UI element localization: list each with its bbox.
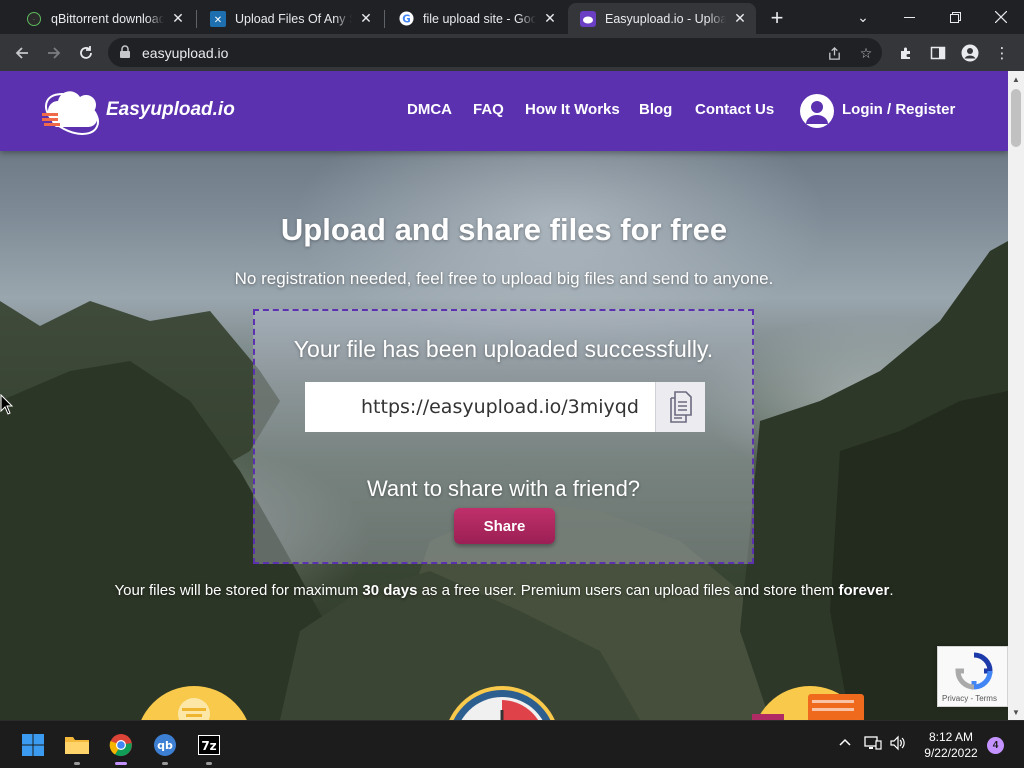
share-button[interactable]: Share: [454, 508, 555, 544]
copy-link-button[interactable]: [655, 382, 705, 432]
notification-badge[interactable]: 4: [987, 737, 1004, 754]
tab-separator: [384, 10, 385, 28]
easyupload-icon: [580, 10, 596, 27]
nav-link-faq[interactable]: FAQ: [473, 101, 504, 118]
recaptcha-badge[interactable]: Privacy - Terms: [937, 646, 1008, 707]
nav-link-dmca[interactable]: DMCA: [407, 101, 452, 118]
qbittorrent-icon[interactable]: qb: [149, 729, 181, 765]
mouse-cursor-icon: [0, 394, 14, 415]
user-avatar-icon[interactable]: [800, 94, 834, 128]
back-button[interactable]: [8, 39, 36, 67]
storage-note-text: Your files will be stored for maximum: [114, 582, 363, 599]
close-icon[interactable]: ✕: [732, 10, 748, 27]
tab-title: Upload Files Of Any Siz: [235, 11, 352, 26]
feature-icon-circle: [136, 686, 252, 720]
browser-toolbar: easyupload.io ☆ ⋮: [0, 34, 1024, 71]
page-subtitle: No registration needed, feel free to upl…: [234, 269, 774, 288]
running-indicator: [162, 762, 168, 765]
url-text[interactable]: easyupload.io: [142, 45, 228, 61]
tab-google-search[interactable]: G file upload site - Googl ✕: [386, 3, 566, 34]
tab-upload-files[interactable]: ✕ Upload Files Of Any Siz ✕: [198, 3, 382, 34]
page-title: Upload and share files for free: [280, 212, 728, 247]
storage-note-text: as a free user. Premium users can upload…: [417, 582, 839, 599]
chrome-icon[interactable]: [105, 729, 137, 765]
new-tab-button[interactable]: +: [764, 5, 790, 31]
side-panel-icon[interactable]: [927, 42, 949, 64]
svg-text:G: G: [402, 13, 410, 25]
profile-icon[interactable]: [959, 42, 981, 64]
file-link-field[interactable]: https://easyupload.io/3miyqd: [305, 382, 655, 432]
windows-taskbar: qb 7z 8:12 AM 9/22/2022 4: [0, 720, 1024, 768]
upload-result-panel: Your file has been uploaded successfully…: [253, 309, 754, 564]
forward-button[interactable]: [40, 39, 68, 67]
scrollbar-thumb[interactable]: [1011, 89, 1021, 147]
qbittorrent-icon: ·: [26, 11, 42, 27]
extensions-icon[interactable]: [895, 42, 917, 64]
svg-text:7z: 7z: [201, 739, 216, 753]
recaptcha-links[interactable]: Privacy - Terms: [942, 694, 997, 703]
copy-icon: [669, 391, 692, 423]
storage-info-text: Your files will be stored for maximum 30…: [0, 582, 1008, 599]
menu-icon[interactable]: ⋮: [991, 42, 1013, 64]
running-indicator: [206, 762, 212, 765]
upload-success-message: Your file has been uploaded successfully…: [293, 336, 714, 362]
tab-separator: [196, 10, 197, 28]
tab-title: Easyupload.io - Upload: [605, 11, 726, 26]
tab-qbittorrent[interactable]: · qBittorrent download l ✕: [14, 3, 194, 34]
easyupload-logo-icon[interactable]: [38, 83, 108, 139]
close-icon[interactable]: ✕: [358, 10, 374, 27]
tab-title: file upload site - Googl: [423, 11, 536, 26]
bookmark-star-icon[interactable]: ☆: [856, 43, 876, 63]
brand-name[interactable]: Easyupload.io: [106, 99, 235, 121]
address-bar[interactable]: easyupload.io ☆: [108, 38, 882, 67]
tab-search-icon[interactable]: ⌄: [840, 0, 886, 34]
share-question: Want to share with a friend?: [366, 476, 641, 501]
nav-link-contact-us[interactable]: Contact Us: [695, 101, 774, 118]
tab-strip: · qBittorrent download l ✕ ✕ Upload File…: [0, 0, 1024, 34]
svg-text:·: ·: [33, 16, 35, 24]
clock-date: 9/22/2022: [924, 746, 978, 760]
login-register-link[interactable]: Login / Register: [842, 101, 955, 118]
page-viewport: Easyupload.io DMCA FAQ How It Works Blog…: [0, 71, 1008, 720]
reload-button[interactable]: [72, 39, 100, 67]
tab-easyupload[interactable]: Easyupload.io - Upload ✕: [568, 3, 756, 34]
storage-feature-icon: [752, 686, 868, 720]
recaptcha-icon: [955, 652, 993, 690]
show-hidden-icons-chevron-icon[interactable]: [838, 735, 852, 752]
7zip-icon[interactable]: 7z: [193, 729, 225, 765]
scroll-down-icon[interactable]: ▼: [1008, 704, 1024, 720]
scroll-up-icon[interactable]: ▲: [1008, 71, 1024, 87]
minimize-button[interactable]: [886, 0, 932, 34]
storage-forever: forever: [838, 582, 890, 599]
volume-icon[interactable]: [889, 735, 907, 754]
clock-time: 8:12 AM: [928, 730, 974, 744]
close-window-button[interactable]: [978, 0, 1024, 34]
google-icon: G: [398, 11, 414, 27]
nav-link-how-it-works[interactable]: How It Works: [525, 101, 620, 118]
site-header: Easyupload.io DMCA FAQ How It Works Blog…: [0, 71, 1008, 151]
page-scrollbar[interactable]: ▲ ▼: [1008, 71, 1024, 720]
close-icon[interactable]: ✕: [170, 10, 186, 27]
running-indicator: [115, 762, 127, 765]
svg-text:✕: ✕: [214, 15, 222, 26]
file-explorer-icon[interactable]: [61, 729, 93, 765]
close-icon[interactable]: ✕: [542, 10, 558, 27]
storage-days: 30 days: [362, 582, 418, 599]
running-indicator: [74, 762, 80, 765]
restore-button[interactable]: [932, 0, 978, 34]
tab-title: qBittorrent download l: [51, 11, 164, 26]
system-clock[interactable]: 8:12 AM 9/22/2022: [918, 729, 984, 761]
upload-site-icon: ✕: [210, 10, 226, 27]
svg-text:qb: qb: [157, 739, 173, 752]
share-page-icon[interactable]: [824, 43, 844, 63]
start-icon[interactable]: [17, 729, 49, 761]
speed-feature-icon: [444, 686, 560, 720]
nav-link-blog[interactable]: Blog: [639, 101, 672, 118]
lock-icon[interactable]: [118, 45, 132, 59]
storage-note-text: .: [889, 582, 894, 599]
network-icon[interactable]: [864, 735, 882, 754]
